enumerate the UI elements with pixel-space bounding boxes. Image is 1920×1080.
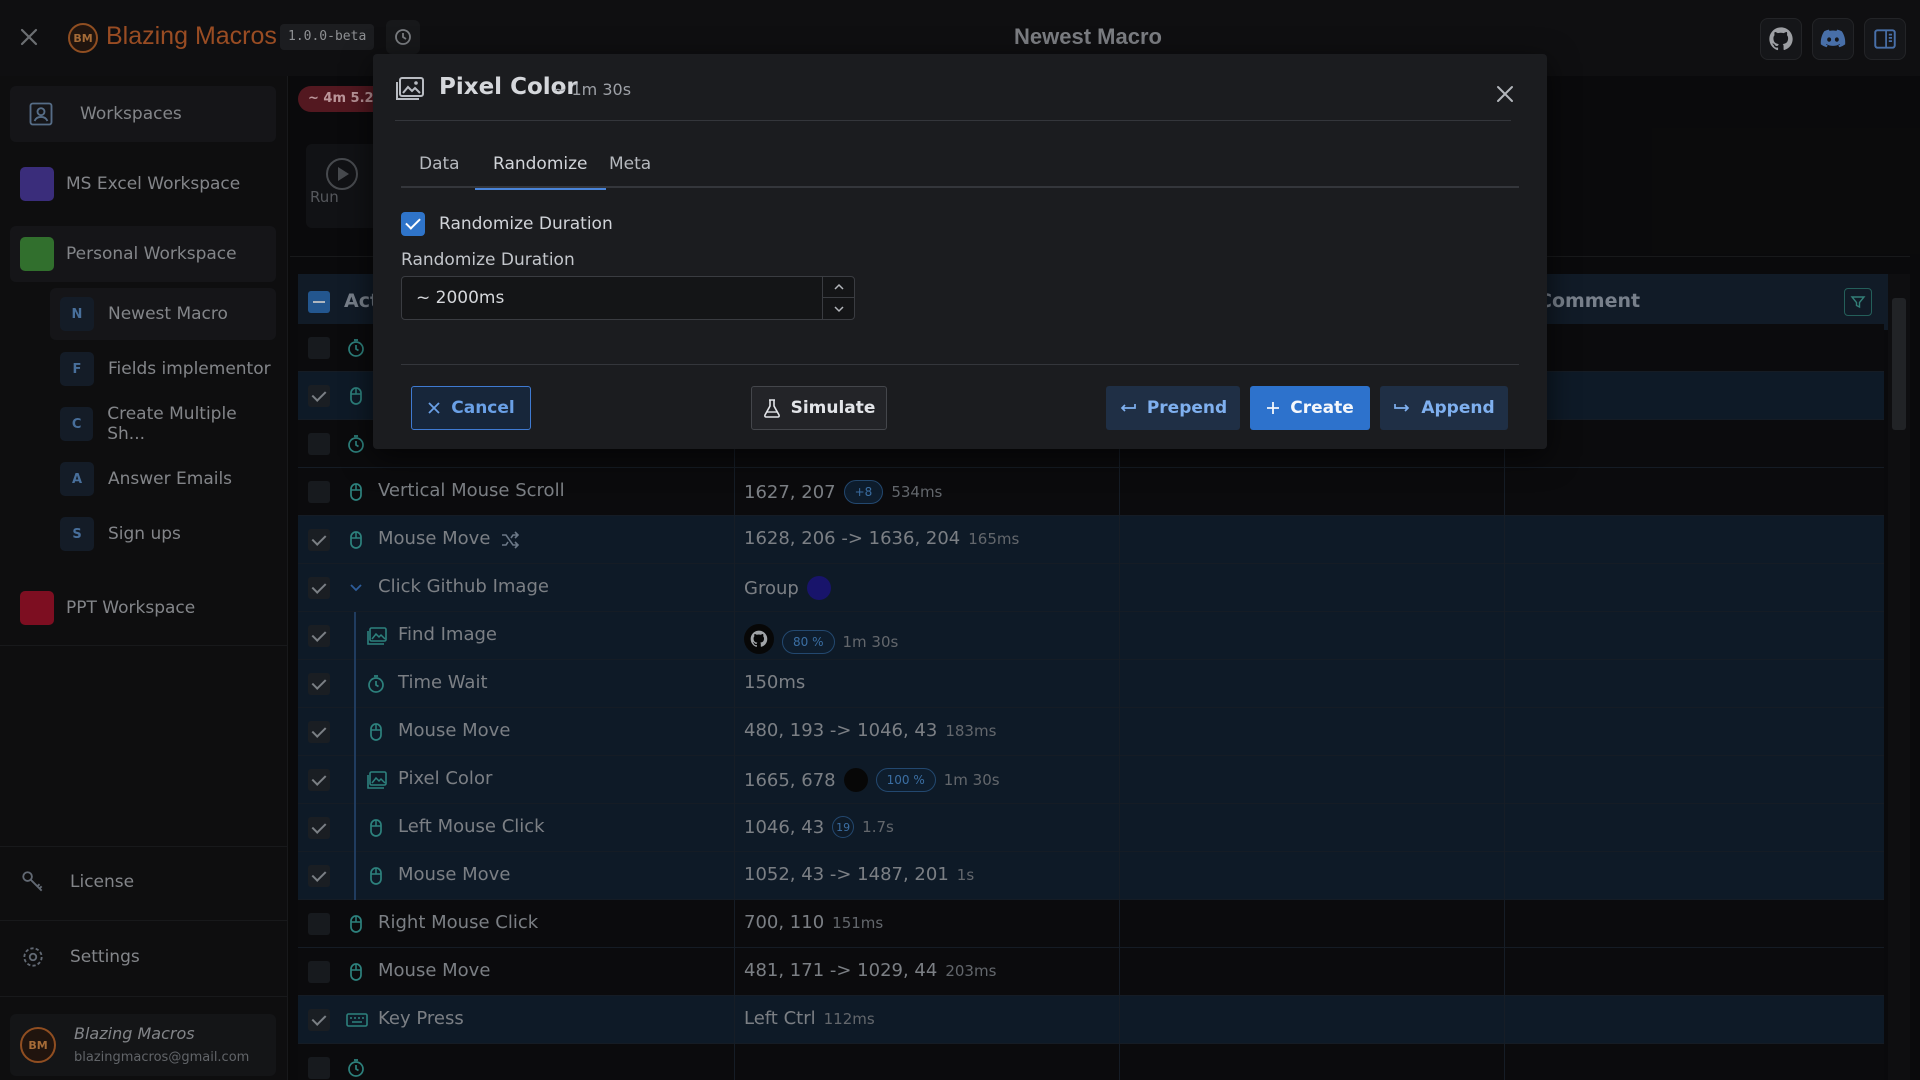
cancel-button[interactable]: Cancel [411, 386, 531, 430]
plus-icon [1267, 402, 1280, 414]
button-label: Append [1421, 398, 1495, 418]
close-icon[interactable] [1495, 84, 1515, 104]
close-icon [428, 402, 440, 414]
button-label: Prepend [1146, 398, 1228, 418]
randomize-duration-field[interactable] [401, 276, 855, 320]
tab-meta[interactable]: Meta [591, 150, 669, 188]
divider [395, 120, 1511, 121]
create-button[interactable]: Create [1250, 386, 1370, 430]
divider [401, 364, 1519, 365]
tab-randomize[interactable]: Randomize [475, 150, 606, 190]
modal-duration: ~ 1m 30s [553, 80, 632, 99]
increment-button[interactable] [823, 277, 855, 298]
simulate-button[interactable]: Simulate [751, 386, 887, 430]
image-icon [395, 76, 425, 102]
modal-tabs: Data Randomize Meta [401, 150, 1519, 190]
tab-data[interactable]: Data [401, 150, 478, 188]
arrow-left-icon [1120, 404, 1136, 412]
checkbox-label[interactable]: Randomize Duration [439, 214, 613, 234]
arrow-right-icon [1394, 404, 1410, 412]
chevron-up-icon [834, 283, 844, 290]
append-button[interactable]: Append [1380, 386, 1508, 430]
button-label: Simulate [790, 398, 876, 418]
decrement-button[interactable] [823, 298, 855, 319]
flask-icon [763, 399, 780, 418]
chevron-down-icon [834, 305, 844, 312]
field-label: Randomize Duration [401, 250, 575, 270]
button-label: Cancel [451, 398, 515, 418]
action-editor-modal: Pixel Color ~ 1m 30s Data Randomize Meta… [373, 54, 1547, 449]
randomize-duration-checkbox[interactable] [401, 212, 425, 236]
prepend-button[interactable]: Prepend [1106, 386, 1240, 430]
button-label: Create [1290, 398, 1354, 418]
duration-input[interactable] [402, 277, 822, 319]
number-stepper [822, 277, 855, 319]
